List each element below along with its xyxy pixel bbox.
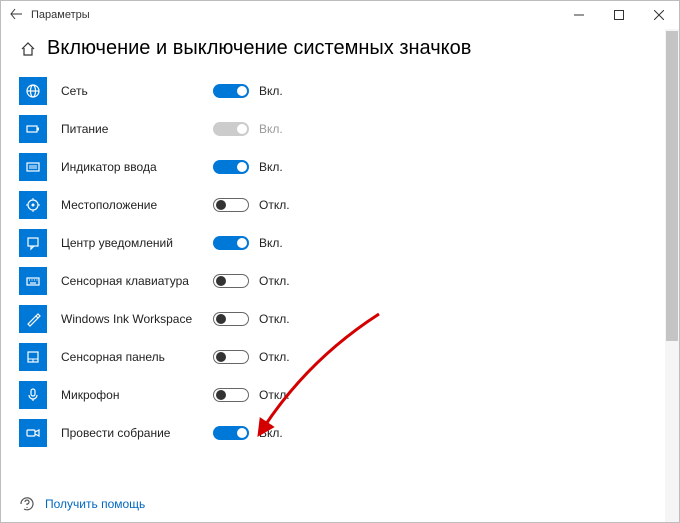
keyboard-layout-icon (19, 153, 47, 181)
toggle-state-label: Вкл. (259, 84, 283, 98)
scrollbar-thumb[interactable] (666, 31, 678, 341)
toggle-mic[interactable] (213, 388, 249, 402)
toggle-state-label: Откл. (259, 350, 290, 364)
setting-label: Индикатор ввода (61, 160, 213, 174)
setting-row-location: Местоположение Откл. (19, 186, 661, 224)
back-button[interactable] (1, 8, 31, 23)
setting-row-mic: Микрофон Откл. (19, 376, 661, 414)
setting-label: Сеть (61, 84, 213, 98)
toggle-ink[interactable] (213, 312, 249, 326)
help-link[interactable]: Получить помощь (45, 497, 145, 511)
setting-row-touchpad: Сенсорная панель Откл. (19, 338, 661, 376)
toggle-state-label: Вкл. (259, 236, 283, 250)
setting-row-ime: Индикатор ввода Вкл. (19, 148, 661, 186)
toggle-touchpad[interactable] (213, 350, 249, 364)
maximize-button[interactable] (599, 1, 639, 29)
setting-label: Микрофон (61, 388, 213, 402)
toggle-state-label: Откл. (259, 312, 290, 326)
page-title: Включение и выключение системных значков (47, 37, 471, 60)
touchpad-icon (19, 343, 47, 371)
toggle-state-label: Вкл. (259, 426, 283, 440)
toggle-power (213, 122, 249, 136)
battery-icon (19, 115, 47, 143)
toggle-state-label: Откл. (259, 388, 290, 402)
meet-now-icon (19, 419, 47, 447)
toggle-ime[interactable] (213, 160, 249, 174)
setting-row-power: Питание Вкл. (19, 110, 661, 148)
home-icon[interactable] (19, 40, 37, 58)
minimize-button[interactable] (559, 1, 599, 29)
toggle-touchkb[interactable] (213, 274, 249, 288)
ink-icon (19, 305, 47, 333)
toggle-action[interactable] (213, 236, 249, 250)
setting-label: Питание (61, 122, 213, 136)
toggle-state-label: Вкл. (259, 160, 283, 174)
location-icon (19, 191, 47, 219)
help-footer: Получить помощь (1, 490, 679, 522)
setting-row-network: Сеть Вкл. (19, 72, 661, 110)
touch-keyboard-icon (19, 267, 47, 295)
microphone-icon (19, 381, 47, 409)
toggle-state-label: Вкл. (259, 122, 283, 136)
setting-label: Windows Ink Workspace (61, 312, 213, 326)
action-center-icon (19, 229, 47, 257)
setting-label: Сенсорная клавиатура (61, 274, 213, 288)
setting-label: Местоположение (61, 198, 213, 212)
setting-row-meetnow: Провести собрание Вкл. (19, 414, 661, 452)
setting-row-touchkb: Сенсорная клавиатура Откл. (19, 262, 661, 300)
settings-window: Параметры Включение и выключение системн… (0, 0, 680, 523)
toggle-state-label: Откл. (259, 274, 290, 288)
setting-label: Центр уведомлений (61, 236, 213, 250)
settings-list: Сеть Вкл. Питание Вкл. Индикатор ввода Вкл. Ме… (1, 72, 679, 490)
toggle-location[interactable] (213, 198, 249, 212)
toggle-state-label: Откл. (259, 198, 290, 212)
close-button[interactable] (639, 1, 679, 29)
setting-row-action: Центр уведомлений Вкл. (19, 224, 661, 262)
page-header: Включение и выключение системных значков (1, 29, 679, 72)
setting-label: Провести собрание (61, 426, 213, 440)
setting-row-ink: Windows Ink Workspace Откл. (19, 300, 661, 338)
setting-label: Сенсорная панель (61, 350, 213, 364)
help-icon (19, 496, 35, 512)
window-title: Параметры (31, 9, 559, 21)
toggle-meetnow[interactable] (213, 426, 249, 440)
titlebar: Параметры (1, 1, 679, 29)
globe-icon (19, 77, 47, 105)
toggle-network[interactable] (213, 84, 249, 98)
